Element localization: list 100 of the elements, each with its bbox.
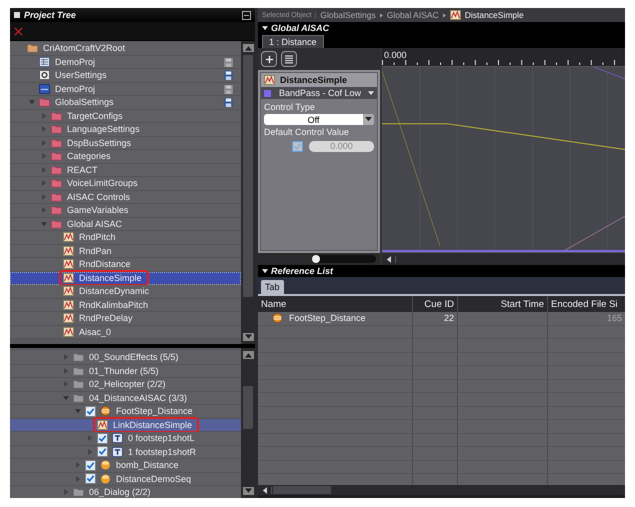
save-icon[interactable] — [224, 98, 233, 107]
curve-graph-icon — [63, 313, 74, 324]
expand-arrow-icon[interactable] — [75, 476, 81, 482]
scroll-up-icon[interactable] — [242, 351, 254, 359]
tree-item[interactable]: RndPreDelay — [10, 312, 241, 326]
collapse-arrow-icon[interactable] — [262, 25, 268, 31]
scroll-thumb[interactable] — [243, 55, 253, 297]
panel-title: Project Tree — [24, 10, 77, 20]
tree-item[interactable]: GameVariables — [10, 204, 241, 218]
tree-item[interactable]: GlobalSettings — [10, 96, 241, 110]
delete-icon[interactable] — [14, 26, 23, 36]
scroll-up-icon[interactable] — [242, 44, 254, 52]
curve-graph-icon — [63, 246, 74, 256]
tree-item[interactable]: Aisac_0 — [10, 326, 241, 339]
tree-item[interactable]: CriAtomCraftV2Root — [10, 42, 241, 56]
expand-arrow-icon[interactable] — [41, 207, 47, 214]
tree-item[interactable]: 06_Dialog (2/2) — [10, 486, 241, 498]
expand-arrow-icon[interactable] — [63, 381, 69, 388]
tree-item[interactable]: LanguageSettings — [10, 123, 241, 136]
checkbox[interactable] — [97, 446, 108, 458]
scroll-thumb[interactable] — [273, 486, 331, 494]
vertical-scrollbar[interactable] — [241, 348, 255, 498]
tree-item[interactable]: REACT — [10, 164, 241, 177]
scroll-thumb[interactable] — [243, 386, 253, 430]
tree-item[interactable]: 04_DistanceAISAC (3/3) — [10, 392, 241, 405]
scroll-down-icon[interactable] — [242, 333, 254, 341]
section-header[interactable]: Reference List — [258, 265, 625, 277]
tree-item[interactable]: 02_Helicopter (2/2) — [10, 378, 241, 392]
tree-item[interactable]: LinkDistanceSimple — [10, 418, 241, 432]
target-dropdown[interactable]: BandPass - Cof Low — [261, 87, 377, 99]
list-button[interactable] — [281, 51, 297, 67]
tree-item[interactable]: DistanceSimple — [10, 272, 241, 285]
expand-arrow-icon[interactable] — [41, 194, 47, 200]
save-icon[interactable] — [224, 84, 233, 94]
tree-item[interactable]: UserSettings — [10, 69, 241, 82]
expand-arrow-icon[interactable] — [63, 368, 69, 374]
tree-item[interactable]: AISAC Controls — [10, 190, 241, 204]
expand-arrow-icon[interactable] — [41, 126, 47, 132]
column-header[interactable]: Start Time — [458, 296, 548, 312]
checkbox[interactable] — [292, 141, 303, 152]
tree-item[interactable]: bomb_Distance — [10, 459, 241, 472]
curve-graph-icon — [264, 75, 275, 85]
slider-thumb[interactable] — [312, 255, 320, 263]
tree-item[interactable]: RndKalimbaPitch — [10, 298, 241, 312]
horizontal-scrollbar[interactable] — [382, 252, 625, 265]
expand-arrow-icon[interactable] — [41, 112, 47, 119]
expand-arrow-icon[interactable] — [63, 489, 69, 496]
tree-item[interactable]: DemoProj — [10, 82, 241, 96]
tree-item[interactable]: 0 footstep1shotL — [10, 432, 241, 446]
checkbox[interactable] — [85, 406, 96, 417]
section-header[interactable]: Global AISAC — [258, 22, 625, 34]
tree-item[interactable]: DistanceDemoSeq — [10, 472, 241, 486]
tree-item[interactable]: RndDistance — [10, 258, 241, 272]
scroll-down-icon[interactable] — [242, 487, 254, 495]
checkbox[interactable] — [97, 432, 108, 444]
collapse-arrow-icon[interactable] — [262, 268, 268, 274]
add-button[interactable] — [261, 51, 277, 67]
checkbox[interactable] — [85, 473, 96, 484]
expand-arrow-icon[interactable] — [41, 153, 47, 160]
save-icon[interactable] — [224, 58, 233, 66]
expand-arrow-icon[interactable] — [41, 140, 47, 146]
control-type-select[interactable]: Off — [264, 114, 374, 125]
column-header[interactable]: Name — [258, 296, 413, 312]
tab[interactable]: Tab — [261, 280, 284, 294]
ball-icon — [100, 474, 111, 484]
tree-item[interactable]: DistanceDynamic — [10, 285, 241, 298]
breadcrumb-link[interactable]: Global AISAC — [386, 10, 439, 20]
column-header[interactable]: Cue ID — [413, 296, 458, 312]
breadcrumb-link[interactable]: DistanceSimple — [464, 10, 524, 20]
tree-item[interactable]: RndPitch — [10, 231, 241, 244]
zoom-slider[interactable] — [258, 253, 380, 265]
tree-item[interactable]: 1 footstep1shotR — [10, 446, 241, 459]
save-icon[interactable] — [224, 71, 233, 80]
breadcrumb-link[interactable]: GlobalSettings — [320, 10, 376, 20]
checkbox[interactable] — [85, 460, 96, 471]
document-icon — [39, 84, 50, 94]
tree-item[interactable]: Categories — [10, 150, 241, 164]
minimize-icon[interactable] — [242, 10, 251, 20]
table-cell-text: 165 — [606, 312, 623, 324]
tree-item[interactable]: DspBusSettings — [10, 136, 241, 150]
expand-arrow-icon[interactable] — [87, 448, 93, 455]
column-header[interactable]: Encoded File Si — [548, 296, 625, 312]
tree-item[interactable]: 01_Thunder (5/5) — [10, 364, 241, 378]
horizontal-scrollbar[interactable] — [258, 485, 625, 495]
expand-arrow-icon[interactable] — [87, 435, 93, 442]
tree-item[interactable]: FootStep_Distance — [10, 405, 241, 418]
tree-item[interactable]: DemoProj — [10, 56, 241, 69]
plus-icon — [264, 54, 274, 64]
expand-arrow-icon[interactable] — [75, 462, 81, 468]
table-cell: 22 — [413, 312, 458, 324]
tree-item[interactable]: TargetConfigs — [10, 110, 241, 123]
tree-item[interactable]: 00_SoundEffects (5/5) — [10, 351, 241, 364]
tree-item[interactable]: Global AISAC — [10, 218, 241, 231]
tab[interactable]: 1 : Distance — [262, 35, 324, 48]
expand-arrow-icon[interactable] — [41, 166, 47, 173]
expand-arrow-icon[interactable] — [41, 180, 47, 186]
tree-item[interactable]: RndPan — [10, 244, 241, 258]
tree-item[interactable]: VoiceLimitGroups — [10, 177, 241, 190]
vertical-scrollbar[interactable] — [241, 41, 255, 344]
expand-arrow-icon[interactable] — [63, 354, 69, 360]
